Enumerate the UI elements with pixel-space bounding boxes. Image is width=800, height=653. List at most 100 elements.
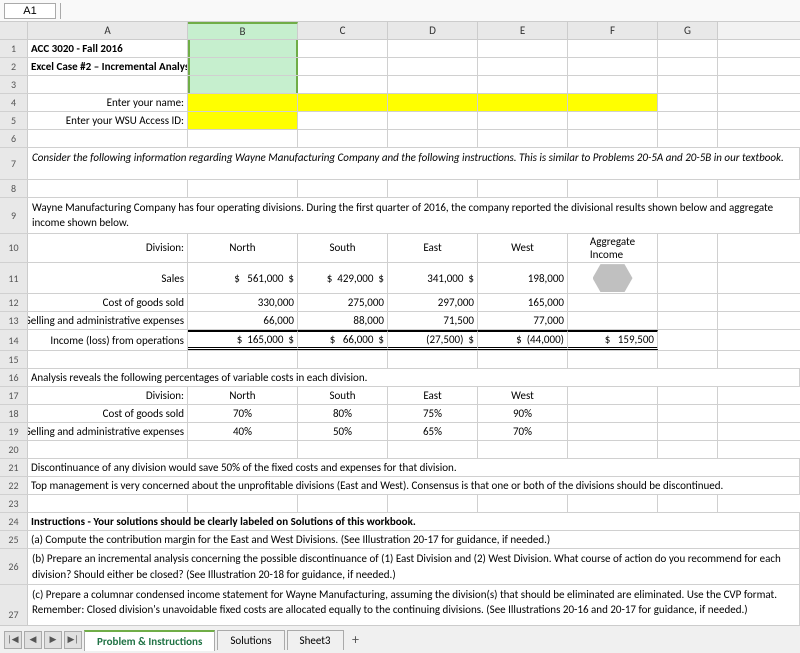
- cell-g1: [658, 40, 718, 57]
- cell-d5: [388, 112, 478, 129]
- tab-nav-prev[interactable]: ◀: [24, 631, 42, 649]
- table-row: 19 Selling and administrative expenses 4…: [0, 423, 800, 441]
- row-num-4: 4: [0, 94, 28, 111]
- row-num-header: [0, 22, 28, 39]
- cell-row7-text: Consider the following information regar…: [28, 148, 800, 179]
- cell-a17: Division:: [28, 387, 188, 404]
- table-row: 10 Division: North South East West Aggre…: [0, 234, 800, 263]
- row-num-17: 17: [0, 387, 28, 404]
- name-box[interactable]: [4, 3, 56, 19]
- tab-sheet3[interactable]: Sheet3: [287, 630, 344, 650]
- cell-b2: [188, 58, 298, 75]
- cell-a12: Cost of goods sold: [28, 294, 188, 311]
- cell-b1: [188, 40, 298, 57]
- cell-a3: [28, 76, 188, 93]
- cell-a19: Selling and administrative expenses: [28, 423, 188, 440]
- col-header-d[interactable]: D: [388, 22, 478, 39]
- cell-f12: [568, 294, 658, 311]
- tab-solutions[interactable]: Solutions: [217, 630, 284, 650]
- cell-row24-text: Instructions - Your solutions should be …: [28, 513, 800, 530]
- cell-d13: 71,500: [388, 312, 478, 329]
- cell-row9-text: Wayne Manufacturing Company has four ope…: [28, 198, 800, 233]
- cell-e4-input[interactable]: [478, 94, 568, 111]
- table-row: 23: [0, 495, 800, 513]
- row-num-2: 2: [0, 58, 28, 75]
- cell-row25-text: (a) Compute the contribution margin for …: [28, 531, 800, 548]
- cell-a18: Cost of goods sold: [28, 405, 188, 422]
- formula-bar[interactable]: [65, 5, 796, 17]
- cell-f13: [568, 312, 658, 329]
- cell-b3: [188, 76, 298, 93]
- row-num-26: 26: [0, 549, 28, 584]
- cell-c18: 80%: [298, 405, 388, 422]
- table-row: 7 Consider the following information reg…: [0, 148, 800, 180]
- table-row: 24 Instructions - Your solutions should …: [0, 513, 800, 531]
- cell-b5-input[interactable]: [188, 112, 298, 129]
- cell-d4-input[interactable]: [388, 94, 478, 111]
- cell-e18: 90%: [478, 405, 568, 422]
- cell-e13: 77,000: [478, 312, 568, 329]
- row-num-13: 13: [0, 312, 28, 329]
- cell-d2: [388, 58, 478, 75]
- row-num-23: 23: [0, 495, 28, 512]
- cell-c2: [298, 58, 388, 75]
- row-num-15: 15: [0, 351, 28, 368]
- cell-e1: [478, 40, 568, 57]
- table-row: 5 Enter your WSU Access ID:: [0, 112, 800, 130]
- cell-c4-input[interactable]: [298, 94, 388, 111]
- cell-b17: North: [188, 387, 298, 404]
- tab-nav-last[interactable]: ▶|: [64, 631, 82, 649]
- cell-c13: 88,000: [298, 312, 388, 329]
- cell-c17: South: [298, 387, 388, 404]
- cell-b4-input[interactable]: [188, 94, 298, 111]
- table-row: 15: [0, 351, 800, 369]
- cell-row22-text: Top management is very concerned about t…: [28, 477, 800, 494]
- cell-d10: East: [388, 234, 478, 262]
- cell-b10: North: [188, 234, 298, 262]
- cell-b12: 330,000: [188, 294, 298, 311]
- cell-c11: $ 429,000 $: [298, 263, 388, 293]
- cell-e3: [478, 76, 568, 93]
- table-row: 12 Cost of goods sold 330,000 275,000 29…: [0, 294, 800, 312]
- cell-e17: West: [478, 387, 568, 404]
- cell-c3: [298, 76, 388, 93]
- table-row: 13 Selling and administrative expenses 6…: [0, 312, 800, 330]
- row-num-20: 20: [0, 441, 28, 458]
- cell-c10: South: [298, 234, 388, 262]
- row-num-7: 7: [0, 148, 28, 179]
- cell-d14: (27,500) $: [388, 330, 478, 350]
- table-row: 9 Wayne Manufacturing Company has four o…: [0, 198, 800, 234]
- formula-divider: [60, 3, 61, 19]
- cell-g5: [658, 112, 718, 129]
- col-header-a[interactable]: A: [28, 22, 188, 39]
- cell-d12: 297,000: [388, 294, 478, 311]
- cell-a1[interactable]: ACC 3020 - Fall 2016: [28, 40, 188, 57]
- cell-f10: AggregateIncome: [568, 234, 658, 262]
- cell-f4-input[interactable]: [568, 94, 658, 111]
- table-row: 22 Top management is very concerned abou…: [0, 477, 800, 495]
- cell-d3: [388, 76, 478, 93]
- cell-d19: 65%: [388, 423, 478, 440]
- cell-b13: 66,000: [188, 312, 298, 329]
- cell-f2: [568, 58, 658, 75]
- col-header-f[interactable]: F: [568, 22, 658, 39]
- col-header-b[interactable]: B: [188, 22, 298, 39]
- tab-nav-first[interactable]: |◀: [4, 631, 22, 649]
- add-sheet-button[interactable]: +: [346, 630, 366, 650]
- grid: 1 ACC 3020 - Fall 2016 2 Excel Case #2 –…: [0, 40, 800, 625]
- cell-a2[interactable]: Excel Case #2 – Incremental Analysis: [28, 58, 188, 75]
- row-num-12: 12: [0, 294, 28, 311]
- col-header-g[interactable]: G: [658, 22, 718, 39]
- tab-problem-instructions[interactable]: Problem & Instructions: [84, 630, 215, 651]
- row-num-6: 6: [0, 130, 28, 147]
- row-num-24: 24: [0, 513, 28, 530]
- cell-row27-text: (c) Prepare a columnar condensed income …: [28, 585, 800, 625]
- table-row: 11 Sales $ 561,000 $ $ 429,000 $ 341,000…: [0, 263, 800, 294]
- row-num-14: 14: [0, 330, 28, 350]
- tab-nav-next[interactable]: ▶: [44, 631, 62, 649]
- cell-g3: [658, 76, 718, 93]
- col-header-e[interactable]: E: [478, 22, 568, 39]
- cell-f11: [568, 263, 658, 293]
- cell-g4: [658, 94, 718, 111]
- col-header-c[interactable]: C: [298, 22, 388, 39]
